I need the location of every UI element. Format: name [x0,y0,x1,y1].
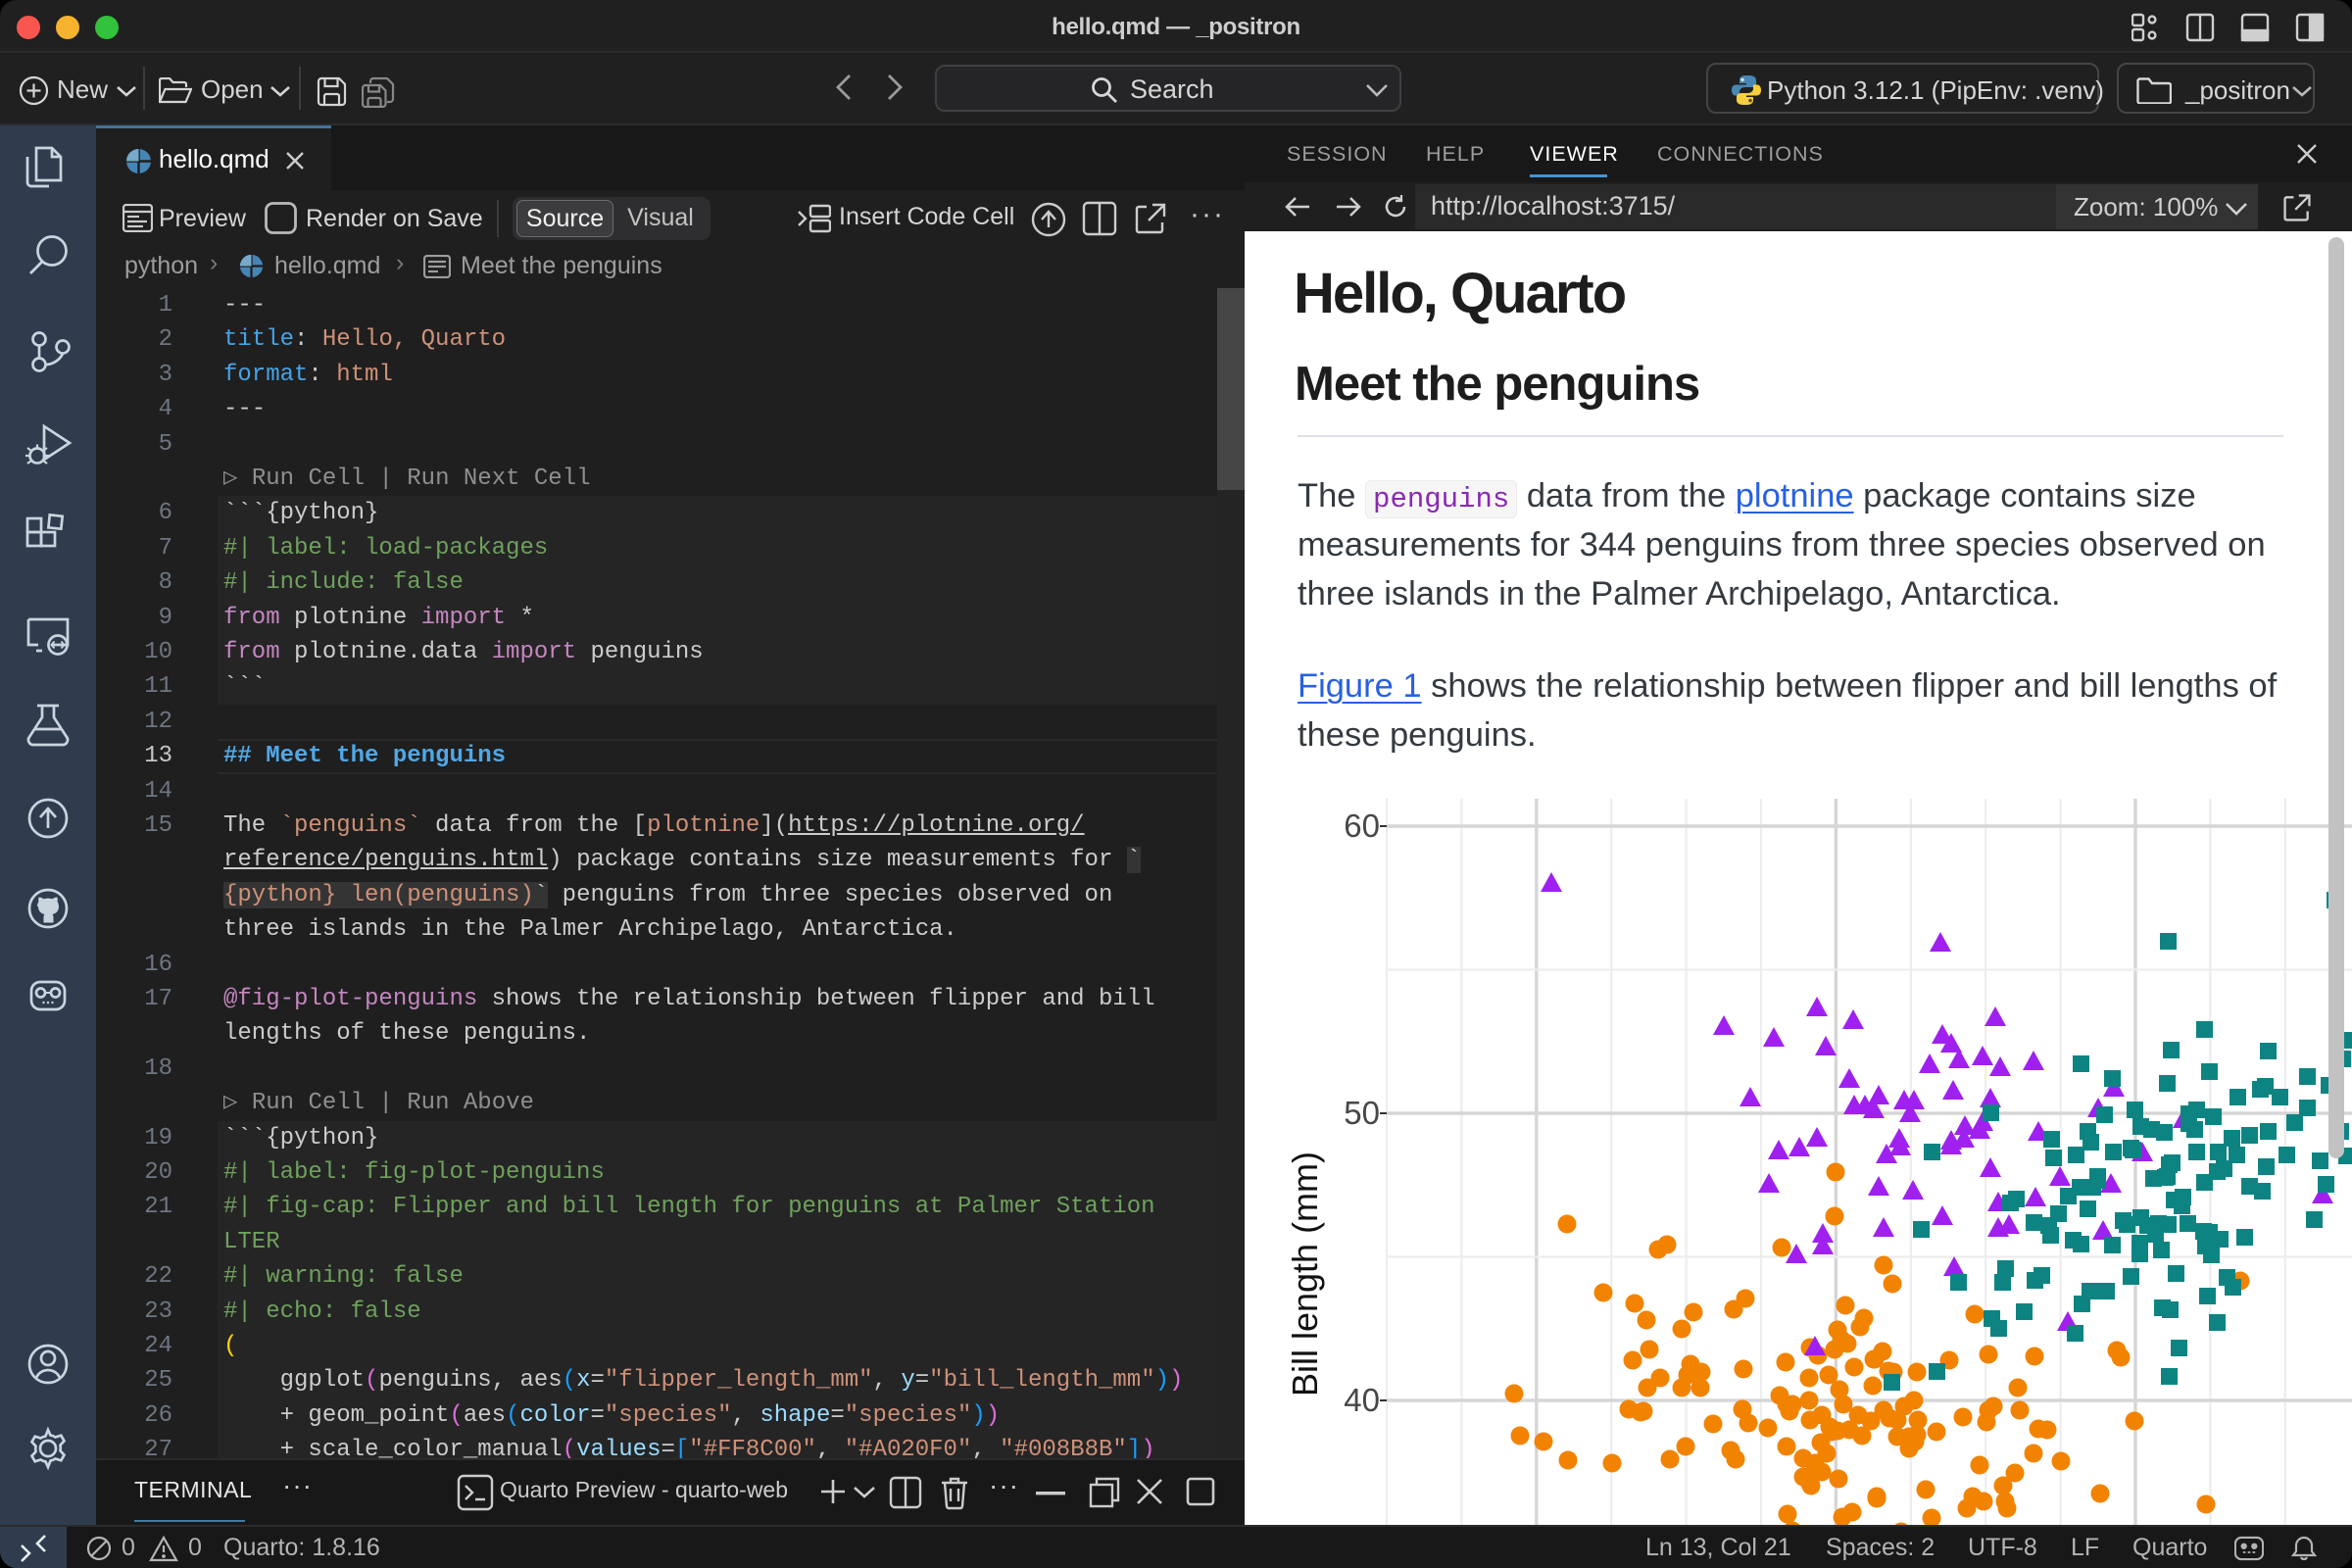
svg-text:50: 50 [1344,1095,1380,1131]
svg-text:Bill length (mm): Bill length (mm) [1285,1152,1325,1396]
svg-text:40: 40 [1344,1382,1380,1418]
svg-text:60: 60 [1344,808,1380,844]
